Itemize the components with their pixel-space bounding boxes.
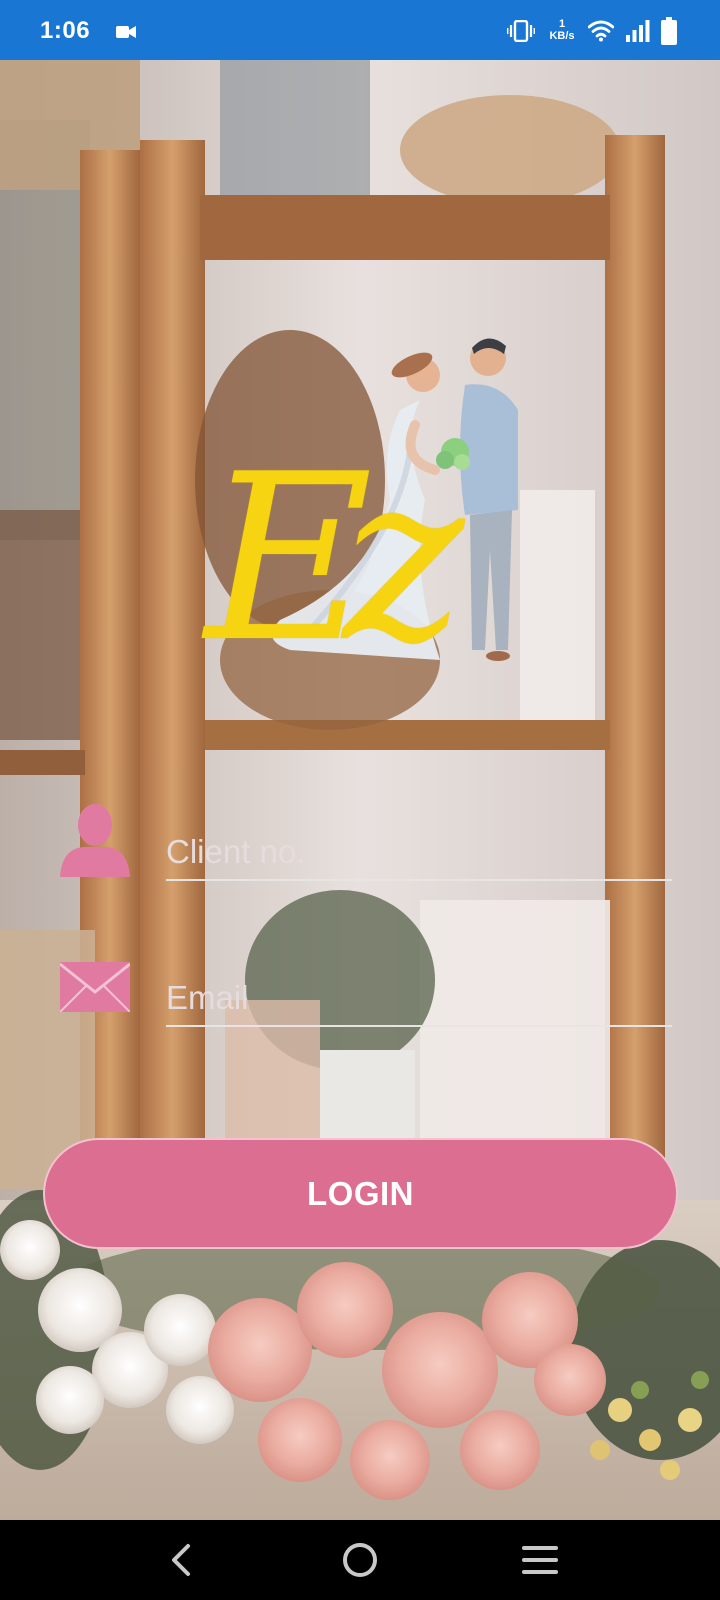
app-logo: Ez [205, 440, 505, 740]
logo-text: Ez [205, 426, 464, 693]
video-camera-icon [116, 26, 136, 38]
wifi-icon [588, 20, 614, 42]
battery-icon [661, 17, 677, 45]
client-number-underline [166, 879, 672, 881]
network-speed-value: 1 [558, 18, 566, 30]
login-button[interactable]: LOGIN [43, 1138, 678, 1249]
vibrate-icon [507, 20, 535, 42]
status-bar: 1:06 1 KB/s [0, 0, 720, 60]
back-icon [172, 1544, 190, 1576]
login-screen: 1:06 1 KB/s Ez Client no. Email LOGIN [0, 0, 720, 1600]
network-speed: 1 KB/s [548, 18, 576, 42]
email-input[interactable] [166, 976, 666, 1020]
menu-button[interactable] [480, 1520, 600, 1600]
email-underline [166, 1025, 672, 1027]
menu-icon [522, 1546, 558, 1574]
network-speed-unit: KB/s [549, 30, 575, 42]
client-number-input[interactable] [166, 830, 666, 874]
signal-icon [626, 20, 650, 42]
home-button[interactable] [300, 1520, 420, 1600]
status-time: 1:06 [40, 17, 91, 44]
navigation-bar [0, 1520, 720, 1600]
mail-icon [60, 962, 130, 1012]
back-button[interactable] [120, 1520, 240, 1600]
background-photo [0, 60, 720, 1520]
home-icon [343, 1543, 377, 1577]
user-icon [60, 804, 130, 877]
